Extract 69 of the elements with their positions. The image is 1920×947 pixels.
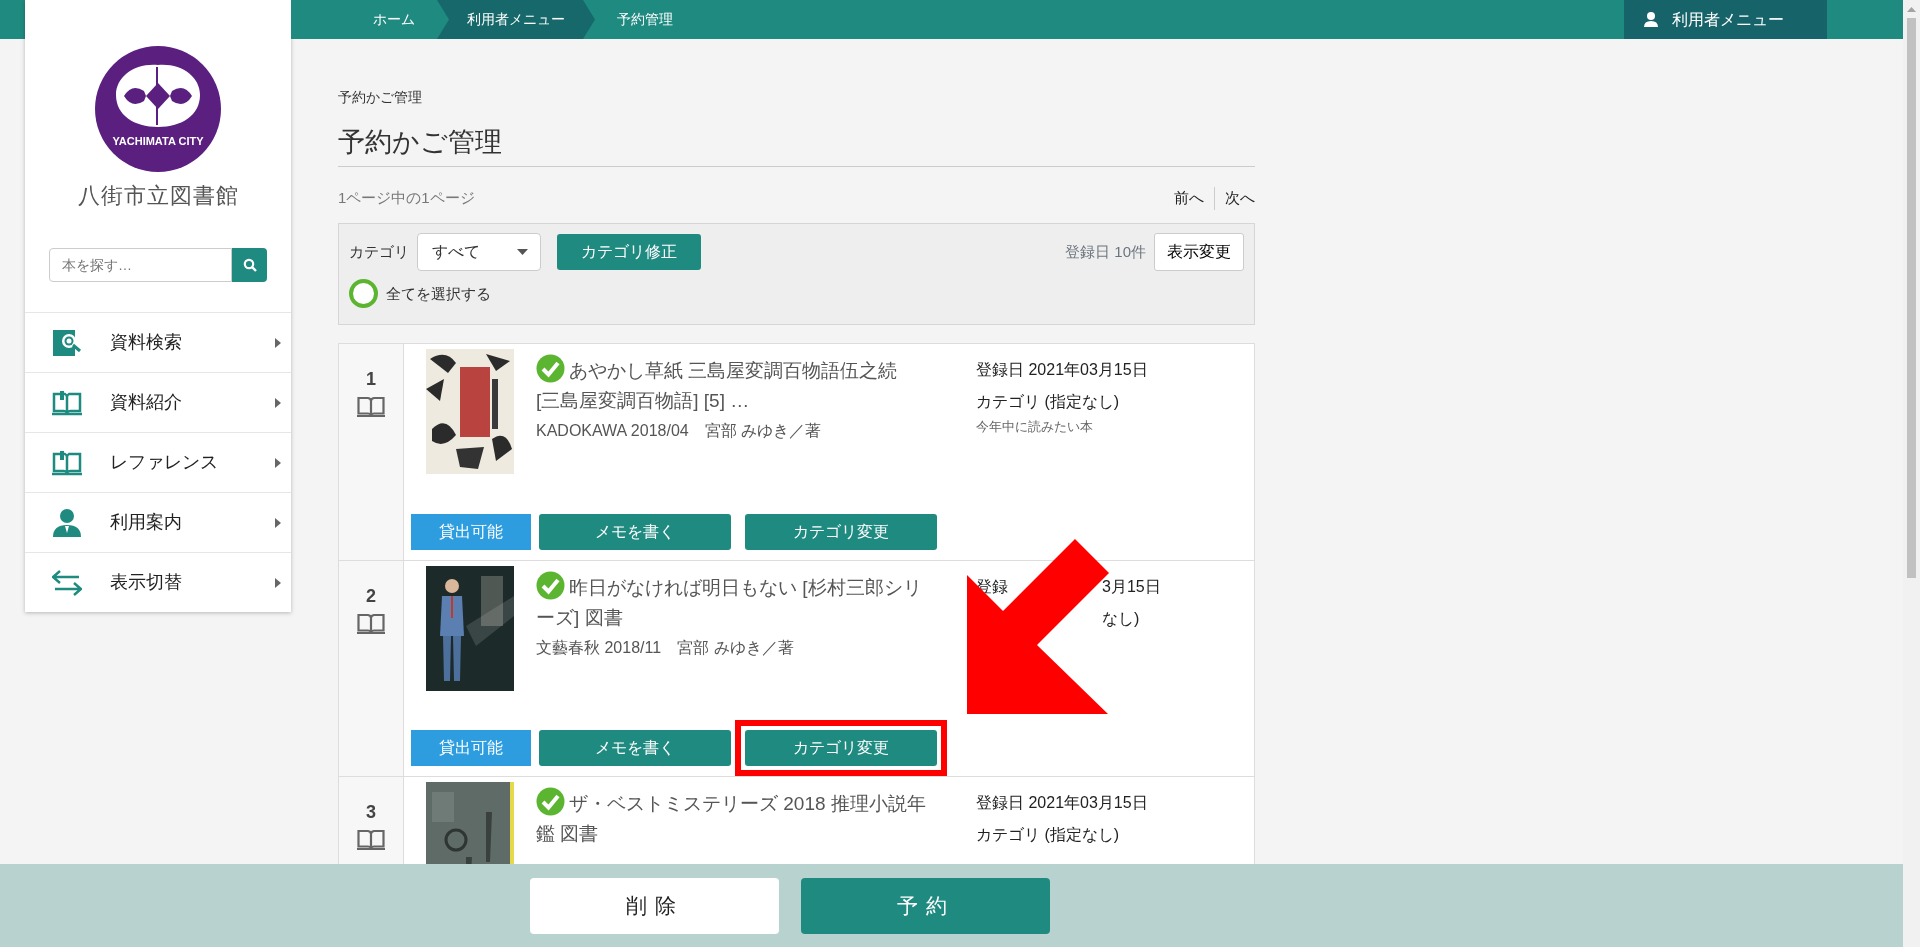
action-button[interactable]: カテゴリ変更: [745, 514, 937, 551]
search-field[interactable]: 本を探す…: [49, 248, 232, 282]
caret-icon: [275, 457, 281, 468]
book-icon: [357, 612, 385, 635]
category-select[interactable]: すべて: [417, 233, 541, 272]
status-tag: 貸出可能: [411, 514, 531, 551]
book-title[interactable]: ザ・ベストミステリーズ 2018 推理小説年鑑 図書: [536, 787, 926, 849]
display-change-button[interactable]: 表示変更: [1154, 233, 1244, 272]
category-text: カテゴリ (指定なし): [976, 826, 1120, 844]
book-icon: [52, 449, 82, 476]
user-menu-button[interactable]: 利用者メニュー: [1624, 0, 1827, 39]
sidebar-item[interactable]: 表示切替: [25, 552, 291, 612]
page-info: 1ページ中の1ページ: [338, 188, 475, 209]
check-icon[interactable]: [536, 787, 565, 817]
book-icon: [357, 395, 385, 418]
arrow-up-icon[interactable]: [1907, 6, 1916, 14]
registered-date: 3月15日: [1102, 577, 1161, 598]
person-icon: [52, 507, 82, 538]
search-button[interactable]: [232, 248, 267, 282]
book-details: 文藝春秋 2018/11 宮部 みゆき／著: [536, 638, 795, 659]
action-button[interactable]: メモを書く: [539, 730, 731, 767]
memo-text: 今年中に読みたい本: [976, 419, 1093, 435]
search-icon: [242, 258, 257, 272]
item-number: 2: [366, 585, 376, 609]
breadcrumb-link[interactable]: ホーム: [351, 0, 437, 39]
book-details: KADOKAWA 2018/04 宮部 みゆき／著: [536, 421, 823, 442]
category-fix-button[interactable]: カテゴリ修正: [557, 234, 701, 271]
breadcrumb-link[interactable]: 利用者メニュー: [437, 0, 595, 39]
caret-icon: [275, 577, 281, 588]
check-icon[interactable]: [536, 571, 565, 601]
book-title[interactable]: 昨日がなければ明日もない [杉村三郎シリーズ] 図書: [536, 571, 926, 633]
top-bar: [0, 0, 25, 39]
item-number: 3: [366, 801, 376, 825]
item-number: 1: [366, 368, 376, 392]
library-name: 八街市立図書館: [76, 182, 240, 210]
swap-icon: [52, 569, 82, 596]
breadcrumb-link[interactable]: 予約管理: [595, 0, 695, 39]
search-icon: [52, 327, 82, 358]
status-tag: 貸出可能: [411, 730, 531, 767]
action-button[interactable]: カテゴリ変更: [745, 730, 937, 767]
check-icon[interactable]: [536, 354, 565, 384]
caret-icon: [275, 517, 281, 528]
checkbox-circle[interactable]: [349, 279, 378, 309]
city-logo: YACHIMATA CITY: [94, 45, 222, 173]
book-title[interactable]: あやかし草紙 三島屋変調百物語伍之続 [三島屋変調百物語] [5] …: [536, 354, 926, 416]
category-text: なし): [1102, 609, 1141, 630]
sidebar-item[interactable]: レファレンス: [25, 432, 291, 492]
registered-date: 登録日 2021年03月15日: [976, 361, 1148, 379]
next-link[interactable]: 次へ: [1214, 187, 1255, 210]
user-icon: [1644, 12, 1658, 27]
select-all-label[interactable]: 全てを選択する: [386, 282, 491, 306]
sidebar-item[interactable]: 利用案内: [25, 492, 291, 552]
caret-icon: [275, 397, 281, 408]
category-text: カテゴリ (指定なし): [976, 393, 1120, 411]
registered-date: 登録日 2021年03月15日: [976, 794, 1148, 812]
caret-icon: [275, 337, 281, 348]
book-icon: [357, 828, 385, 851]
action-button[interactable]: メモを書く: [539, 514, 731, 551]
delete-button[interactable]: 削除: [530, 877, 779, 934]
sidebar-item[interactable]: 資料検索: [25, 312, 291, 372]
book-icon: [52, 389, 82, 416]
prev-link[interactable]: 前へ: [1164, 187, 1214, 210]
breadcrumb-title: 予約かご管理: [338, 88, 423, 107]
page-title: 予約かご管理: [338, 126, 1255, 168]
caret-icon: [517, 249, 528, 256]
category-label: カテゴリ: [349, 242, 409, 263]
sort-info: 登録日 10件: [1065, 242, 1146, 263]
sidebar-item[interactable]: 資料紹介: [25, 372, 291, 432]
reserve-button[interactable]: 予約: [801, 877, 1050, 934]
